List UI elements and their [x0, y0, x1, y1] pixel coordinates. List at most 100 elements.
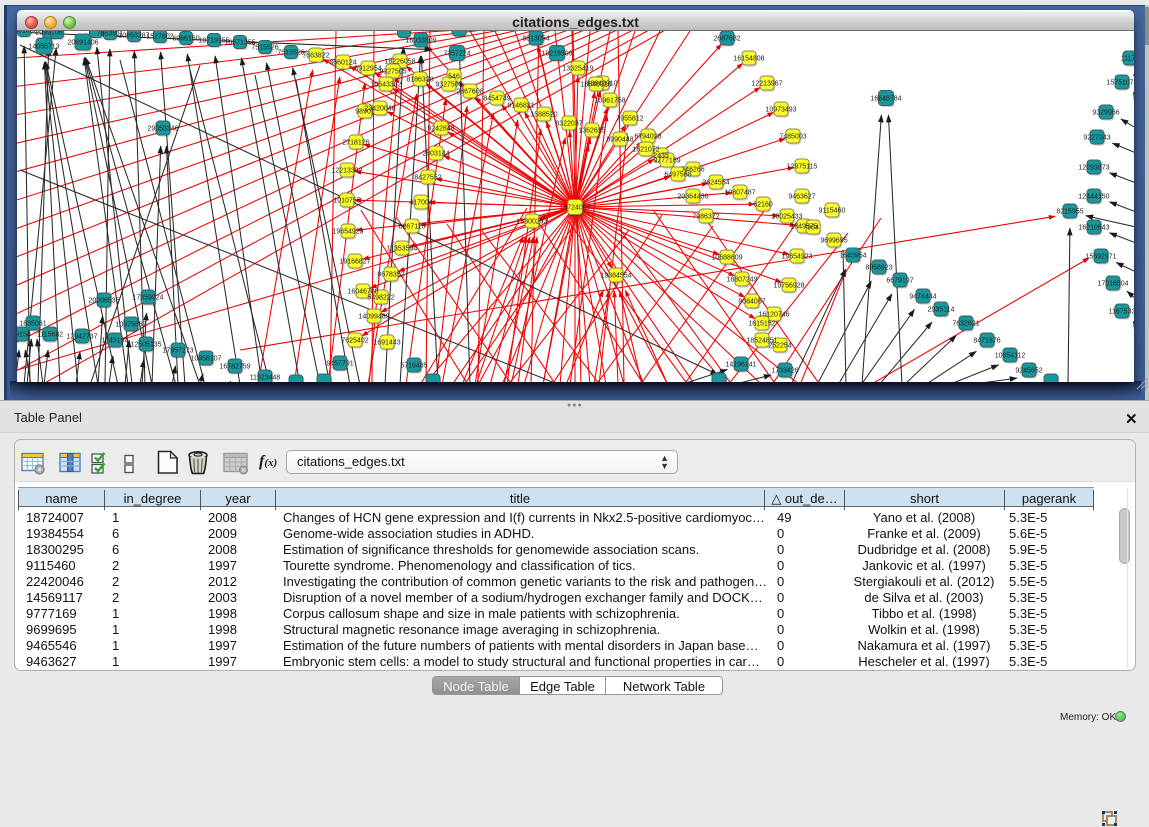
svg-text:546: 546 [448, 74, 460, 81]
svg-text:1588520: 1588520 [530, 112, 557, 119]
svg-text:1145194: 1145194 [102, 338, 129, 345]
svg-text:1362615: 1362615 [578, 128, 605, 135]
svg-text:8267110: 8267110 [399, 224, 426, 231]
svg-text:8454749: 8454749 [483, 96, 510, 103]
svg-text:15692971: 15692971 [1085, 254, 1116, 261]
svg-text:11353594: 11353594 [387, 246, 418, 253]
svg-text:8322037: 8322037 [555, 121, 582, 128]
svg-text:9084067: 9084067 [738, 299, 765, 306]
svg-text:3624554: 3624554 [702, 180, 729, 187]
svg-text:2099106: 2099106 [35, 31, 62, 37]
svg-text:9146821: 9146821 [507, 103, 534, 110]
svg-text:746266: 746266 [681, 167, 704, 174]
svg-text:12213967: 12213967 [751, 81, 782, 88]
svg-text:12505135: 12505135 [130, 342, 161, 349]
svg-text:18640910: 18640910 [580, 82, 611, 89]
svg-text:16648784: 16648784 [870, 96, 901, 103]
svg-text:14099489: 14099489 [358, 314, 389, 321]
svg-text:1640954: 1640954 [839, 253, 866, 260]
svg-text:10688609: 10688609 [711, 255, 742, 262]
svg-text:9329966: 9329966 [1092, 110, 1119, 117]
svg-text:6679197: 6679197 [886, 278, 913, 285]
svg-text:19218506: 19218506 [541, 51, 572, 58]
svg-text:9242848: 9242848 [427, 126, 454, 133]
svg-text:7986372: 7986372 [692, 214, 719, 221]
svg-text:252254: 252254 [768, 343, 791, 350]
svg-text:7357224: 7357224 [443, 51, 470, 58]
svg-text:8215955: 8215955 [1056, 209, 1083, 216]
svg-text:17957273: 17957273 [162, 348, 193, 355]
svg-text:1733426: 1733426 [771, 368, 798, 375]
svg-text:8186328: 8186328 [406, 77, 433, 84]
svg-text:20206535: 20206535 [88, 298, 119, 305]
svg-text:1167533: 1167533 [1109, 309, 1134, 316]
svg-text:29053346: 29053346 [147, 126, 178, 133]
svg-text:9327508: 9327508 [435, 82, 462, 89]
svg-text:20364436: 20364436 [677, 194, 708, 201]
svg-text:7632621: 7632621 [952, 321, 979, 328]
svg-text:8660124: 8660124 [329, 60, 356, 67]
svg-text:13325419: 13325419 [562, 66, 593, 73]
svg-text:1115682: 1115682 [37, 332, 63, 339]
svg-text:5716485: 5716485 [400, 363, 427, 370]
svg-text:19166827: 19166827 [339, 259, 370, 266]
svg-text:18300293: 18300293 [516, 219, 547, 226]
svg-text:7515526: 7515526 [251, 45, 278, 52]
svg-text:17359924: 17359924 [132, 295, 163, 302]
svg-text:10653287: 10653287 [118, 33, 149, 40]
svg-text:16120746: 16120746 [758, 312, 789, 319]
svg-text:62160: 62160 [753, 202, 773, 209]
svg-text:8471876: 8471876 [973, 338, 1000, 345]
svg-text:14196141: 14196141 [725, 362, 756, 369]
svg-text:7485003: 7485003 [779, 134, 806, 141]
svg-text:18226058: 18226058 [384, 59, 415, 66]
svg-text:10975867: 10975867 [115, 322, 146, 329]
svg-text:1615152: 1615152 [748, 321, 775, 328]
svg-text:10543382: 10543382 [370, 82, 401, 89]
svg-text:2803144: 2803144 [422, 151, 449, 158]
svg-text:12213382: 12213382 [331, 168, 362, 175]
svg-text:12975115: 12975115 [787, 164, 818, 171]
svg-text:417004: 417004 [409, 200, 432, 207]
svg-text:9699695: 9699695 [820, 238, 847, 245]
svg-text:19654923: 19654923 [781, 254, 812, 261]
svg-text:19756928: 19756928 [773, 283, 804, 290]
svg-text:10025433: 10025433 [771, 214, 802, 221]
svg-text:39154: 39154 [17, 332, 31, 339]
svg-text:19654923: 19654923 [332, 229, 363, 236]
svg-text:1835061: 1835061 [19, 321, 46, 328]
svg-text:1527602: 1527602 [146, 34, 173, 41]
svg-text:12444150: 12444150 [1078, 194, 1109, 201]
svg-text:9474444: 9474444 [909, 294, 936, 301]
svg-text:11923448: 11923448 [250, 375, 281, 382]
svg-text:2367608: 2367608 [456, 89, 483, 96]
svg-text:8958923: 8958923 [865, 265, 892, 272]
svg-text:6966160: 6966160 [172, 36, 199, 43]
svg-text:9777169: 9777169 [653, 158, 680, 165]
svg-text:16782759: 16782759 [219, 364, 250, 371]
svg-text:16033809: 16033809 [405, 38, 436, 45]
svg-text:7515526: 7515526 [277, 50, 304, 57]
svg-text:9115460: 9115460 [819, 208, 846, 215]
svg-text:12093873: 12093873 [1078, 165, 1109, 172]
svg-text:15751074: 15751074 [1106, 80, 1134, 87]
svg-text:19384554: 19384554 [600, 273, 631, 280]
svg-text:10958107: 10958107 [190, 356, 221, 363]
svg-text:2935114: 2935114 [928, 307, 955, 314]
svg-text:9457791: 9457791 [326, 361, 353, 368]
svg-text:10961758: 10961758 [594, 98, 625, 105]
svg-text:10654112: 10654112 [995, 353, 1026, 360]
svg-text:8678352: 8678352 [377, 272, 404, 279]
svg-text:9327505: 9327505 [379, 69, 406, 76]
svg-text:5498222: 5498222 [367, 295, 394, 302]
svg-text:9227343: 9227343 [1083, 135, 1110, 142]
svg-text:10973493: 10973493 [765, 107, 796, 114]
svg-text:10807487: 10807487 [724, 190, 755, 197]
svg-text:18807249: 18807249 [726, 277, 757, 284]
svg-text:7955812: 7955812 [616, 116, 643, 123]
svg-text:98901: 98901 [355, 109, 375, 116]
svg-text:8912954: 8912954 [354, 66, 381, 73]
svg-text:1010755: 1010755 [333, 198, 360, 205]
svg-text:2687682: 2687682 [713, 36, 740, 43]
svg-text:16210643: 16210643 [1078, 225, 1109, 232]
